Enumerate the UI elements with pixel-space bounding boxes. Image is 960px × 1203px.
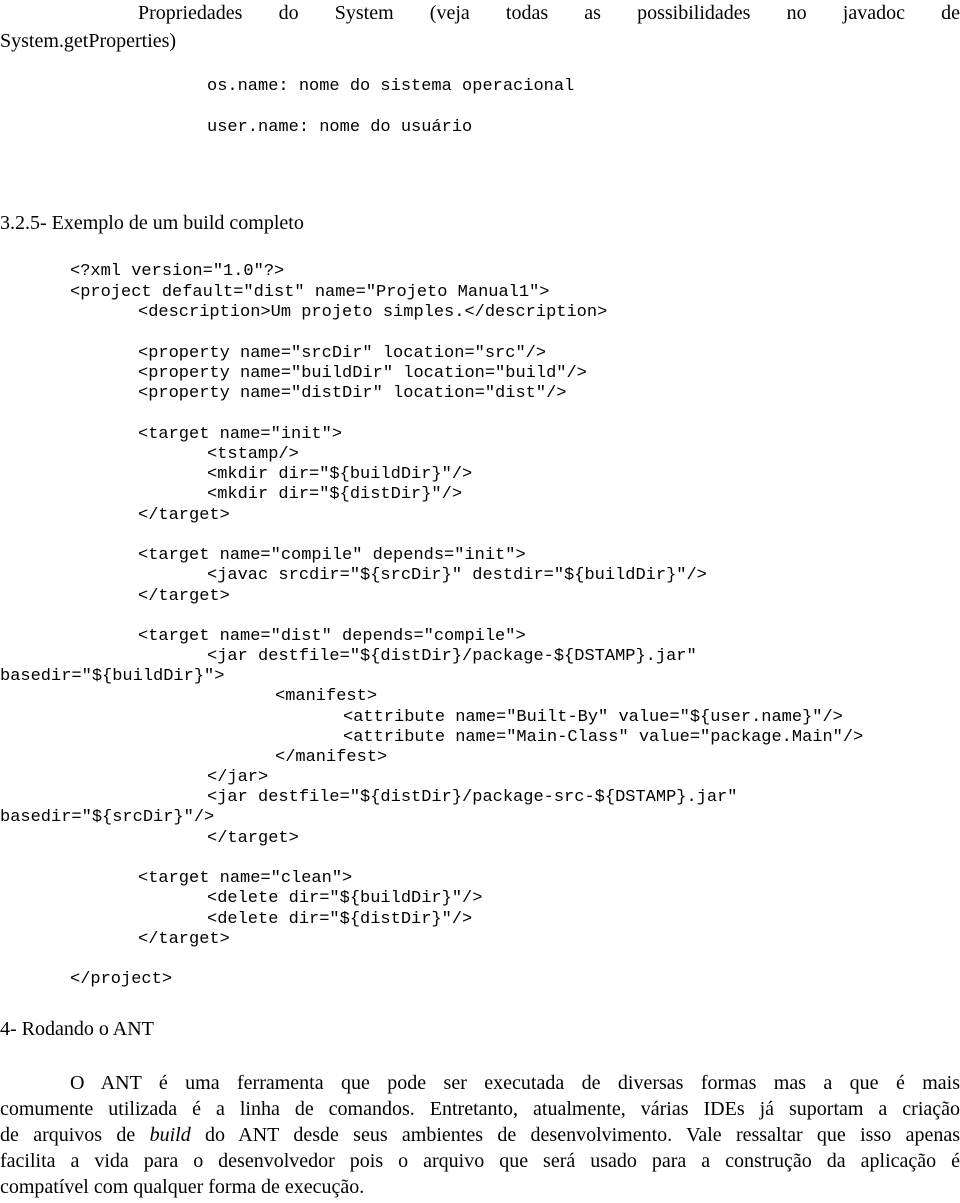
intro-line-2: System.getProperties): [0, 30, 177, 52]
paragraph-line: comumente utilizada é a linha de comando…: [0, 1098, 960, 1120]
section-heading-4: 4- Rodando o ANT: [0, 1018, 154, 1040]
code-line: <mkdir dir="${buildDir}"/>: [207, 465, 473, 484]
code-line: </jar>: [207, 768, 269, 787]
code-line: </manifest>: [275, 748, 388, 767]
code-line: <attribute name="Main-Class" value="pack…: [343, 728, 864, 747]
code-line: <project default="dist" name="Projeto Ma…: [70, 283, 550, 302]
code-line: <?xml version="1.0"?>: [70, 262, 285, 281]
code-line: <jar destfile="${distDir}/package-${DSTA…: [207, 647, 697, 666]
code-line: </target>: [138, 930, 230, 949]
section-heading-3-2-5: 3.2.5- Exemplo de um build completo: [0, 212, 304, 234]
code-line: basedir="${buildDir}">: [0, 667, 225, 686]
code-line: </target>: [138, 587, 230, 606]
code-line: basedir="${srcDir}"/>: [0, 808, 215, 827]
paragraph-line: de arquivos de build do ANT desde seus a…: [0, 1122, 960, 1148]
property-os-name: os.name: nome do sistema operacional: [207, 77, 575, 96]
code-line: <tstamp/>: [207, 445, 299, 464]
code-line: <target name="clean">: [138, 869, 353, 888]
paragraph-line: facilita a vida para o desenvolvedor poi…: [0, 1150, 960, 1172]
code-line: <property name="srcDir" location="src"/>: [138, 344, 547, 363]
code-line: <manifest>: [275, 687, 378, 706]
code-line: <property name="distDir" location="dist"…: [138, 384, 567, 403]
code-line: <description>Um projeto simples.</descri…: [138, 303, 608, 322]
paragraph-line: O ANT é uma ferramenta que pode ser exec…: [70, 1072, 960, 1094]
code-line: <target name="dist" depends="compile">: [138, 627, 526, 646]
code-line: <attribute name="Built-By" value="${user…: [343, 708, 843, 727]
code-line: </target>: [138, 506, 230, 525]
code-line: <target name="init">: [138, 425, 343, 444]
emphasis-build: build: [149, 1124, 191, 1146]
code-line: <target name="compile" depends="init">: [138, 546, 526, 565]
code-line: </project>: [70, 970, 173, 989]
paragraph-line: compatível com qualquer forma de execuçã…: [0, 1176, 365, 1198]
intro-line-1: Propriedades do System (veja todas as po…: [138, 2, 960, 24]
code-line: <delete dir="${distDir}"/>: [207, 910, 473, 929]
code-line: <javac srcdir="${srcDir}" destdir="${bui…: [207, 566, 707, 585]
code-line: <jar destfile="${distDir}/package-src-${…: [207, 788, 738, 807]
property-user-name: user.name: nome do usuário: [207, 118, 473, 137]
text: do ANT desde seus ambientes de desenvolv…: [190, 1124, 960, 1146]
code-line: </target>: [207, 829, 299, 848]
document-page: Propriedades do System (veja todas as po…: [0, 0, 960, 1203]
code-line: <property name="buildDir" location="buil…: [138, 364, 587, 383]
code-line: <delete dir="${buildDir}"/>: [207, 889, 483, 908]
text: de arquivos de: [0, 1124, 150, 1146]
code-line: <mkdir dir="${distDir}"/>: [207, 485, 463, 504]
